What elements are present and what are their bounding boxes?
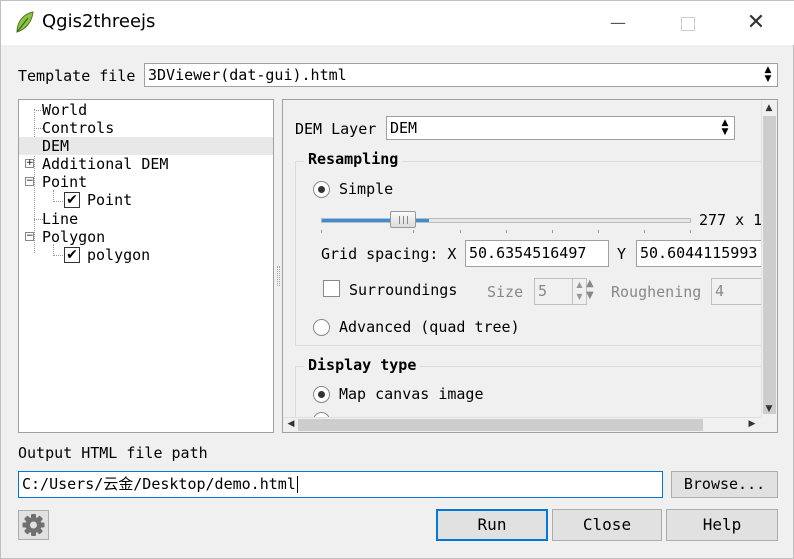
grip-line [407,216,408,224]
grid-size-text: 277 x 1 [699,211,763,229]
slider-tick [460,230,461,233]
tree-item-label: Additional DEM [42,155,169,173]
roughening-label: Roughening [611,283,702,301]
scroll-down-icon[interactable]: ▼ [762,405,776,414]
close-icon: ✕ [746,10,766,35]
close-button[interactable]: Close [552,509,662,541]
layer-checkbox[interactable]: ✔ [64,192,80,208]
splitter-handle[interactable] [277,266,280,286]
tree-item-label: DEM [42,137,70,155]
advanced-label: Advanced (quad tree) [339,318,520,336]
output-path-value: C:/Users/云金/Desktop/demo.html [22,475,296,493]
layer-checkbox[interactable]: ✔ [64,247,80,263]
tree-item-dem[interactable]: DEM [19,137,273,155]
simple-radio[interactable] [313,181,330,198]
tree-item-label: Line [42,210,79,228]
scroll-left-icon[interactable]: ◀ [284,420,298,429]
grid-spacing-y-input[interactable]: 50.6044115993 [636,240,776,267]
template-file-label: Template file [18,67,136,85]
dialog-window: Qgis2threejs — ✕ Template file 3DViewer(… [0,0,794,559]
map-canvas-label: Map canvas image [339,385,484,403]
slider-tick [321,230,322,233]
expand-icon[interactable]: + [25,159,34,168]
grid-spacing-x-input[interactable]: 50.6354516497 [465,240,609,267]
slider-tick [413,230,414,233]
scroll-right-icon[interactable]: ▶ [745,420,759,429]
scroll-up-icon[interactable]: ▲ [762,104,776,113]
layer-tree[interactable]: World Controls DEM + Additional DEM − Po… [18,99,274,433]
tree-item-line[interactable]: Line [19,210,273,228]
combo-arrows-icon: ▲ ▼ [721,118,729,137]
gear-icon [22,514,45,536]
help-button[interactable]: Help [666,509,778,541]
output-path-label: Output HTML file path [18,444,208,462]
slider-handle[interactable] [390,211,416,228]
browse-button[interactable]: Browse... [671,471,778,498]
advanced-radio[interactable] [313,319,330,336]
qgis-leaf-icon [16,11,34,33]
grip-line [403,216,404,224]
settings-button[interactable] [18,510,49,540]
tree-item-label: polygon [87,246,151,264]
dem-layer-value: DEM [390,119,418,137]
size-spinbox[interactable]: 5 ▲ ▼ [534,278,587,305]
tree-item-world[interactable]: World [19,101,273,119]
surroundings-label: Surroundings [349,281,458,299]
slider-tick [506,230,507,233]
combo-arrows-icon: ▲ ▼ [764,65,772,84]
tree-item-label: Controls [42,119,115,137]
simple-label: Simple [339,180,394,198]
display-type-title: Display type [304,356,421,374]
maximize-icon [681,16,695,31]
slider-tick [644,230,645,233]
collapse-icon[interactable]: − [25,232,34,241]
vertical-scroll-thumb[interactable] [763,116,776,414]
dem-layer-label: DEM Layer [295,120,377,138]
tree-item-point-group[interactable]: − Point [19,173,273,191]
roughening-value: 4 [715,282,725,300]
tree-item-label: Point [42,173,88,191]
tree-item-label: World [42,101,88,119]
horizontal-scrollbar[interactable]: ◀ ▶ [283,417,761,432]
grip-line [399,216,400,224]
size-label: Size [487,283,524,301]
spin-arrows-icon[interactable]: ▲ ▼ [572,279,586,304]
template-file-combo[interactable]: 3DViewer(dat-gui).html ▲ ▼ [144,63,778,87]
run-button[interactable]: Run [436,509,548,541]
template-file-value: 3DViewer(dat-gui).html [148,66,347,84]
map-canvas-radio[interactable] [313,386,330,403]
dem-properties-panel: DEM Layer DEM ▲ ▼ Resampling Simple 277 x… [282,99,778,433]
tree-item-polygon-layer[interactable]: ✔ polygon [19,246,273,264]
grid-spacing-label: Grid spacing: X [321,245,457,263]
title-bar[interactable]: Qgis2threejs — ✕ [1,1,794,45]
slider-tick [598,230,599,233]
window-title: Qgis2threejs [42,11,156,32]
size-stepper-icon[interactable]: ▲ ▼ [586,278,594,302]
grid-spacing-y-label: Y [617,245,627,263]
maximize-button[interactable] [665,1,711,45]
tree-item-point-layer[interactable]: ✔ Point [19,191,273,209]
surroundings-checkbox[interactable] [323,280,340,297]
slider-tick [552,230,553,233]
tree-item-label: Polygon [42,228,106,246]
tree-item-label: Point [87,191,133,209]
vertical-scrollbar[interactable]: ▲ ▼ [761,101,777,417]
tree-item-polygon-group[interactable]: − Polygon [19,228,273,246]
tree-item-controls[interactable]: Controls [19,119,273,137]
output-path-input[interactable]: C:/Users/云金/Desktop/demo.html [18,471,663,498]
text-caret [296,476,298,493]
collapse-icon[interactable]: − [25,177,34,186]
close-window-button[interactable]: ✕ [733,1,779,45]
minimize-button[interactable]: — [595,1,641,45]
minimize-icon: — [610,13,626,32]
dem-layer-combo[interactable]: DEM ▲ ▼ [386,116,735,140]
slider-tick [690,230,691,233]
horizontal-scroll-thumb[interactable] [298,419,703,431]
size-value: 5 [538,282,548,300]
tree-item-additional-dem[interactable]: + Additional DEM [19,155,273,173]
resolution-slider[interactable] [321,218,691,223]
resampling-title: Resampling [304,150,403,168]
